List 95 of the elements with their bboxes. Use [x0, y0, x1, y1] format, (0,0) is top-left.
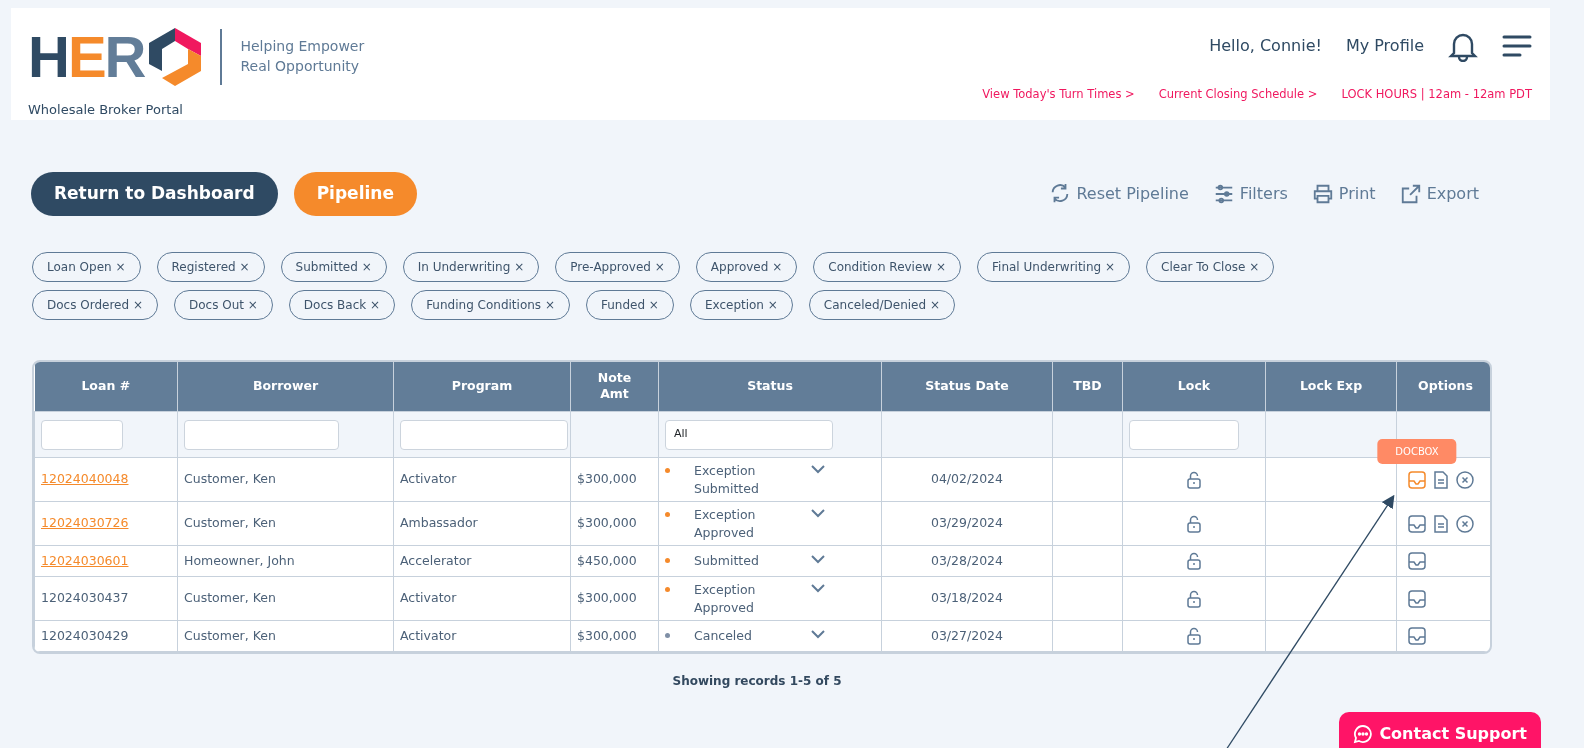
reset-button[interactable]: Reset Pipeline: [1049, 181, 1189, 206]
inbox-icon[interactable]: [1407, 469, 1427, 490]
chevron-down-icon[interactable]: [811, 465, 825, 474]
unlocked-padlock-icon[interactable]: [1186, 552, 1202, 571]
printer-icon: [1311, 182, 1334, 205]
filter-input[interactable]: [184, 419, 339, 450]
inbox-icon[interactable]: [1407, 513, 1427, 534]
export-button[interactable]: Export: [1399, 181, 1479, 206]
filter-input[interactable]: [41, 419, 123, 450]
inbox-icon[interactable]: [1407, 626, 1427, 646]
cancel-circle-icon[interactable]: [1455, 469, 1475, 490]
hero-logo: HER: [28, 26, 207, 88]
column-header: Lock Exp: [1265, 361, 1397, 412]
note-amount: $300,000: [577, 515, 637, 531]
note-amount: $300,000: [577, 590, 637, 606]
loan-number: 12024030437: [41, 590, 129, 606]
my-profile-link[interactable]: My Profile: [1345, 34, 1424, 58]
filter-chip[interactable]: Submitted ×: [280, 251, 387, 282]
status-date: 04/02/2024: [930, 471, 1003, 487]
unlocked-padlock-icon[interactable]: [1186, 470, 1202, 489]
header-link[interactable]: LOCK HOURS | 12am - 12am PDT: [1341, 86, 1532, 104]
borrower-name: Customer, Ken: [184, 515, 276, 531]
column-header: Program: [393, 361, 571, 412]
status-date: 03/28/2024: [930, 552, 1003, 568]
column-header: TBD: [1052, 361, 1123, 412]
status-date: 03/18/2024: [930, 590, 1003, 606]
portal-name: Wholesale Broker Portal: [28, 101, 184, 119]
chevron-down-icon[interactable]: [811, 555, 825, 565]
header-link[interactable]: View Today's Turn Times >: [982, 86, 1135, 104]
tagline: Helping Empower Real Opportunity: [220, 29, 365, 85]
borrower-name: Homeowner, John: [184, 552, 295, 568]
chevron-down-icon[interactable]: [811, 509, 825, 518]
program-name: Activator: [400, 590, 457, 606]
menu-icon[interactable]: [1502, 34, 1532, 58]
dashboard-button[interactable]: Return to Dashboard: [31, 172, 278, 216]
status-date: 03/29/2024: [930, 515, 1003, 531]
tooltip: DOCBOX: [1377, 438, 1457, 464]
filters-button[interactable]: Filters: [1212, 181, 1288, 206]
program-name: Accelerator: [400, 552, 472, 568]
records-info: Showing records 1-5 of 5: [671, 673, 843, 690]
column-header: Options: [1396, 361, 1490, 412]
unlocked-padlock-icon[interactable]: [1186, 627, 1202, 646]
unlocked-padlock-icon[interactable]: [1186, 514, 1202, 533]
status-text: Submitted: [694, 552, 760, 570]
column-header: Status: [658, 361, 882, 412]
filter-chip[interactable]: Exception ×: [689, 289, 793, 320]
unlocked-padlock-icon[interactable]: [1186, 589, 1202, 608]
status-text: Exception Approved: [694, 506, 757, 541]
filter-chip[interactable]: Canceled/Denied ×: [808, 289, 955, 320]
status-text: Exception Submitted: [694, 462, 760, 497]
print-button[interactable]: Print: [1311, 181, 1376, 206]
document-icon[interactable]: [1431, 513, 1451, 534]
contact-support-button[interactable]: Contact Support: [1339, 712, 1541, 748]
filter-select[interactable]: All: [665, 419, 833, 450]
filter-chip[interactable]: Clear To Close ×: [1146, 251, 1275, 282]
filter-chip[interactable]: Docs Back ×: [288, 289, 396, 320]
cancel-circle-icon[interactable]: [1455, 513, 1475, 534]
filter-chip[interactable]: Docs Ordered ×: [32, 289, 158, 320]
program-name: Activator: [400, 627, 457, 643]
column-header: Note Amt: [570, 361, 659, 412]
filter-chip[interactable]: Approved ×: [695, 251, 798, 282]
loan-number: 12024030429: [41, 627, 129, 643]
note-amount: $300,000: [577, 471, 637, 487]
column-header: Lock: [1122, 361, 1266, 412]
program-name: Ambassador: [400, 515, 478, 531]
note-amount: $450,000: [577, 552, 637, 568]
chevron-down-icon[interactable]: [811, 584, 825, 593]
status-text: Canceled: [694, 627, 753, 645]
header-link[interactable]: Current Closing Schedule >: [1158, 86, 1318, 104]
filter-chip[interactable]: Pre-Approved ×: [555, 251, 680, 282]
filter-chip[interactable]: In Underwriting ×: [402, 251, 540, 282]
document-icon[interactable]: [1431, 469, 1451, 490]
filter-chip[interactable]: Final Underwriting ×: [977, 251, 1131, 282]
borrower-name: Customer, Ken: [184, 627, 276, 643]
borrower-name: Customer, Ken: [184, 471, 276, 487]
borrower-name: Customer, Ken: [184, 590, 276, 606]
column-header: Status Date: [881, 361, 1053, 412]
status-date: 03/27/2024: [930, 627, 1003, 643]
column-header: Loan #: [34, 361, 178, 412]
external-link-icon: [1399, 182, 1422, 205]
column-header: Borrower: [177, 361, 394, 412]
greeting-text: Hello, Connie!: [1209, 35, 1322, 57]
status-text: Exception Approved: [694, 581, 757, 616]
filter-chip[interactable]: Loan Open ×: [32, 251, 141, 282]
filter-chip[interactable]: Condition Review ×: [813, 251, 962, 282]
filter-chip[interactable]: Docs Out ×: [173, 289, 273, 320]
note-amount: $300,000: [577, 627, 637, 643]
filter-chip[interactable]: Funding Conditions ×: [411, 289, 570, 320]
inbox-icon[interactable]: [1407, 551, 1427, 571]
filter-chip[interactable]: Funded ×: [585, 289, 674, 320]
chevron-down-icon[interactable]: [811, 630, 825, 640]
program-name: Activator: [400, 471, 457, 487]
chat-bubble-icon: [1353, 724, 1374, 744]
inbox-icon[interactable]: [1407, 588, 1427, 609]
filter-chip[interactable]: Registered ×: [156, 251, 265, 282]
